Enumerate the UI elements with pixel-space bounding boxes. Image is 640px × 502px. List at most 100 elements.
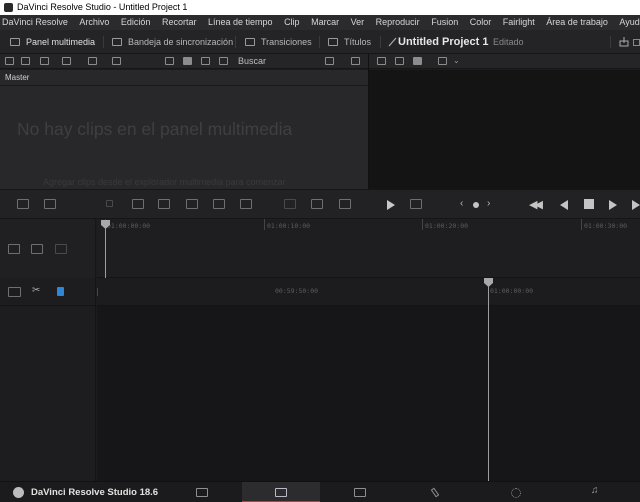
scissors-icon[interactable]: ✂ — [32, 285, 40, 296]
toolbar-divider — [319, 36, 320, 48]
play-icon[interactable] — [609, 200, 617, 210]
audio-track-icon[interactable] — [31, 244, 43, 254]
cut-page-icon — [275, 488, 287, 497]
viewer-safe-icon[interactable] — [395, 57, 404, 65]
sync-icon[interactable] — [88, 57, 97, 65]
filmstrip-view-icon[interactable] — [201, 57, 210, 65]
menu-davinci-resolve[interactable]: DaVinci Resolve — [2, 15, 68, 30]
menu-fairlight[interactable]: Fairlight — [503, 15, 535, 30]
page-edit[interactable] — [321, 482, 399, 502]
append-icon[interactable] — [44, 199, 56, 209]
partial-button[interactable] — [633, 39, 640, 46]
music-note-icon: ♫ — [591, 485, 599, 496]
upper-timecode-0: 01:00:00:00 — [107, 222, 151, 230]
add-clips-hint: Agregar clips desde el explorador multim… — [43, 177, 286, 187]
page-color[interactable] — [478, 482, 556, 502]
image-overlay-icon[interactable] — [311, 199, 323, 209]
media-pool-panel[interactable]: No hay clips en el panel multimedia Agre… — [0, 86, 368, 189]
clip-settings-icon[interactable] — [410, 199, 422, 209]
color-page-icon — [511, 488, 521, 498]
source-viewer[interactable] — [369, 70, 640, 189]
project-title: Untitled Project 1 — [398, 36, 489, 48]
close-up-icon[interactable] — [132, 199, 144, 209]
next-icon[interactable]: › — [487, 198, 490, 209]
menu-fusion[interactable]: Fusion — [431, 15, 458, 30]
upper-timeline-ruler[interactable]: 01:00:00:00 01:00:10:00 01:00:20:00 01:0… — [97, 219, 640, 278]
menu-reproducir[interactable]: Reproducir — [376, 15, 420, 30]
overwrite-icon[interactable] — [213, 199, 225, 209]
link-icon[interactable] — [112, 57, 121, 65]
stop-icon[interactable] — [584, 199, 594, 209]
snapping-icon[interactable] — [57, 287, 64, 296]
position-dot-icon[interactable] — [473, 202, 479, 208]
upper-timecode-2: 01:00:20:00 — [425, 222, 469, 230]
place-on-top-icon[interactable] — [158, 199, 170, 209]
edit-pencil-icon — [388, 37, 397, 47]
chevron-down-icon[interactable]: ⌄ — [453, 56, 460, 65]
sidebar-toggle-icon[interactable] — [5, 57, 14, 65]
replace-icon[interactable] — [240, 199, 252, 209]
menu-archivo[interactable]: Archivo — [79, 15, 109, 30]
share-icon[interactable] — [619, 37, 629, 47]
menu-recortar[interactable]: Recortar — [162, 15, 197, 30]
list-view-icon[interactable] — [219, 57, 228, 65]
fusion-page-icon — [430, 487, 440, 498]
go-to-start-icon[interactable]: ◀◀ — [529, 198, 543, 211]
titles-label: Títulos — [344, 37, 372, 47]
dropdown-icon[interactable] — [21, 57, 30, 65]
menu-clip[interactable]: Clip — [284, 15, 300, 30]
titles-icon — [328, 37, 338, 46]
refresh-icon[interactable] — [351, 57, 360, 65]
reverse-play-icon[interactable] — [560, 200, 568, 210]
project-status: Editado — [493, 37, 524, 47]
search-label[interactable]: Buscar — [238, 54, 266, 69]
menu-area-de-trabajo[interactable]: Área de trabajo — [546, 15, 608, 30]
new-bin-icon[interactable] — [62, 57, 71, 65]
toolbar-divider — [235, 36, 236, 48]
viewer-image-icon[interactable] — [377, 57, 386, 65]
viewer-frame-icon[interactable] — [438, 57, 447, 65]
lower-timeline-ruler[interactable]: 00:59:50:00 01:00:00:00 — [97, 278, 640, 306]
media-pool-button[interactable]: Panel multimedia — [10, 30, 95, 54]
play-clip-icon[interactable] — [387, 200, 395, 210]
window-title-bar: DaVinci Resolve Studio - Untitled Projec… — [0, 0, 640, 15]
menu-edicion[interactable]: Edición — [121, 15, 151, 30]
transitions-button[interactable]: Transiciones — [245, 30, 312, 54]
track-view-icon[interactable] — [8, 244, 20, 254]
fit-to-fill-icon[interactable] — [284, 199, 296, 209]
page-media[interactable] — [163, 482, 241, 502]
app-brand-label: DaVinci Resolve Studio 18.6 — [31, 487, 159, 498]
upper-timecode-3: 01:00:30:00 — [584, 222, 628, 230]
import-icon[interactable] — [40, 57, 49, 65]
track-height-icon[interactable] — [55, 244, 67, 254]
thumbnail-view-icon[interactable] — [183, 57, 192, 65]
ruler-tick — [264, 219, 265, 230]
timeline-tracks-area[interactable] — [97, 286, 640, 481]
ripple-icon[interactable] — [106, 200, 113, 207]
page-fairlight[interactable]: ♫ — [557, 482, 635, 502]
metadata-view-icon[interactable] — [165, 57, 174, 65]
upper-playhead-line — [105, 228, 106, 278]
ruler-tick — [422, 219, 423, 230]
sync-bin-button[interactable]: Bandeja de sincronización — [112, 30, 233, 54]
toolbar-divider — [610, 36, 611, 48]
menu-marcar[interactable]: Marcar — [311, 15, 339, 30]
master-bin-label[interactable]: Master — [5, 73, 29, 82]
transitions-label: Transiciones — [261, 37, 312, 47]
page-fusion[interactable] — [400, 482, 478, 502]
film-icon[interactable] — [8, 287, 21, 297]
page-cut[interactable] — [242, 482, 320, 502]
menu-linea-de-tiempo[interactable]: Línea de tiempo — [208, 15, 273, 30]
sync-bin-label: Bandeja de sincronización — [128, 37, 234, 47]
waveform-icon[interactable] — [339, 199, 351, 209]
menu-ver[interactable]: Ver — [351, 15, 365, 30]
titles-button[interactable]: Títulos — [328, 30, 371, 54]
source-overwrite-icon[interactable] — [186, 199, 198, 209]
smart-insert-icon[interactable] — [17, 199, 29, 209]
previous-icon[interactable]: ‹ — [460, 198, 463, 209]
viewer-mode-icon[interactable] — [413, 57, 422, 65]
sort-icon[interactable] — [325, 57, 334, 65]
go-to-end-icon[interactable] — [632, 200, 640, 210]
menu-color[interactable]: Color — [470, 15, 492, 30]
menu-ayuda[interactable]: Ayuda — [619, 15, 640, 30]
